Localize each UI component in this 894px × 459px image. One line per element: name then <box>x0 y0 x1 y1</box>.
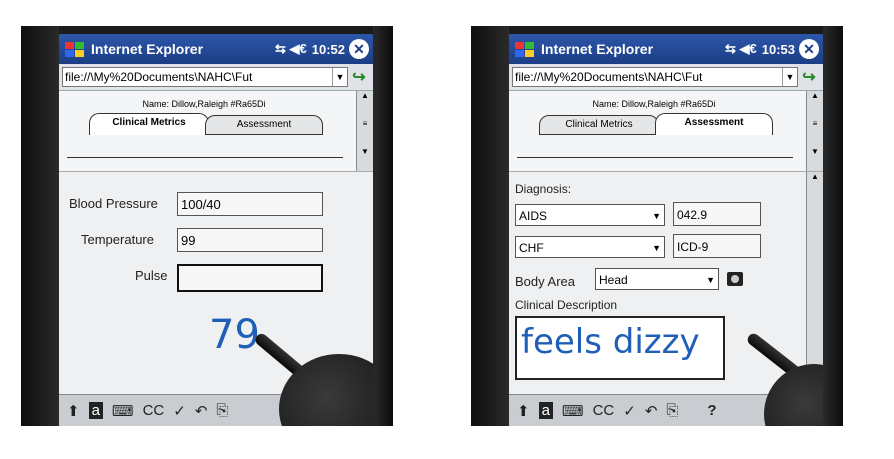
left-device-photo: Internet Explorer ⇆ ◀€ 10:52 ✕ file://\M… <box>21 26 393 426</box>
form-area: Blood Pressure 100/40 Temperature 99 Pul… <box>59 172 373 382</box>
tab-assessment[interactable]: Assessment <box>655 113 773 135</box>
clinical-description-label: Clinical Description <box>515 298 618 312</box>
body-area-label: Body Area <box>515 274 575 289</box>
symbols-icon[interactable]: CC <box>143 402 165 419</box>
scroll-down-icon[interactable]: ▼ <box>357 147 373 161</box>
check-icon[interactable]: ✓ <box>623 402 636 420</box>
pulse-label: Pulse <box>135 268 168 283</box>
connectivity-volume-icons[interactable]: ⇆ ◀€ <box>725 41 757 57</box>
go-arrow-icon[interactable]: ↪ <box>798 67 820 87</box>
scroll-up-icon[interactable]: ▲ <box>807 91 823 105</box>
copy-icon[interactable]: ⎘ <box>216 402 228 419</box>
right-device-photo: Internet Explorer ⇆ ◀€ 10:53 ✕ file://\M… <box>471 26 843 426</box>
pulse-field[interactable] <box>177 264 323 292</box>
address-text: file://\My%20Documents\NAHC\Fut <box>515 70 703 84</box>
keyboard-icon[interactable]: ⌨ <box>112 402 134 420</box>
device-bezel-right <box>823 26 843 426</box>
handwritten-ink: 79 <box>209 312 260 358</box>
address-bar: file://\My%20Documents\NAHC\Fut ▼ ↪ <box>509 64 823 91</box>
input-mode-icon[interactable]: a <box>538 402 553 419</box>
check-icon[interactable]: ✓ <box>173 402 186 420</box>
status-area: ⇆ ◀€ 10:53 <box>725 41 795 57</box>
tab-assessment[interactable]: Assessment <box>205 115 323 135</box>
help-icon[interactable]: ? <box>707 402 716 419</box>
up-arrow-icon[interactable]: ⬆ <box>67 402 80 420</box>
input-mode-icon[interactable]: a <box>88 402 103 419</box>
blood-pressure-field[interactable]: 100/40 <box>177 192 323 216</box>
scroll-up-icon[interactable]: ▲ <box>357 91 373 105</box>
handwritten-ink: feels dizzy <box>521 322 700 362</box>
address-input[interactable]: file://\My%20Documents\NAHC\Fut ▼ <box>62 67 348 87</box>
diagnosis-code-2[interactable]: ICD-9 <box>673 234 761 258</box>
scroll-grip-icon[interactable]: ≡ <box>807 119 823 133</box>
keyboard-icon[interactable]: ⌨ <box>562 402 584 420</box>
diagnosis-select-2[interactable]: CHF ▼ <box>515 236 665 258</box>
connectivity-volume-icons[interactable]: ⇆ ◀€ <box>275 41 307 57</box>
address-bar: file://\My%20Documents\NAHC\Fut ▼ ↪ <box>59 64 373 91</box>
chevron-down-icon[interactable]: ▼ <box>332 68 347 86</box>
scroll-down-icon[interactable]: ▼ <box>807 147 823 161</box>
up-arrow-icon[interactable]: ⬆ <box>517 402 530 420</box>
tab-clinical-metrics[interactable]: Clinical Metrics <box>539 115 659 135</box>
close-button[interactable]: ✕ <box>799 39 819 59</box>
temperature-field[interactable]: 99 <box>177 228 323 252</box>
title-bar: Internet Explorer ⇆ ◀€ 10:53 ✕ <box>509 34 823 64</box>
patient-header: Name: Dillow,Raleigh #Ra65Di Clinical Me… <box>509 91 823 172</box>
diagnosis-1-value: AIDS <box>519 209 548 223</box>
undo-icon[interactable]: ↶ <box>195 402 208 420</box>
temperature-label: Temperature <box>81 232 154 247</box>
clock: 10:53 <box>761 41 795 57</box>
left-screen: Internet Explorer ⇆ ◀€ 10:52 ✕ file://\M… <box>59 34 373 426</box>
chevron-down-icon[interactable]: ▼ <box>652 205 661 227</box>
header-scrollbar[interactable]: ▲ ≡ ▼ <box>806 91 823 171</box>
window-title: Internet Explorer <box>91 41 204 57</box>
undo-icon[interactable]: ↶ <box>645 402 658 420</box>
diagnosis-label: Diagnosis: <box>515 182 572 196</box>
body-area-select[interactable]: Head ▼ <box>595 268 719 290</box>
diagnosis-code-1[interactable]: 042.9 <box>673 202 761 226</box>
device-bezel-right <box>373 26 393 426</box>
clock: 10:52 <box>311 41 345 57</box>
patient-header: Name: Dillow,Raleigh #Ra65Di Clinical Me… <box>59 91 373 172</box>
patient-name: Name: Dillow,Raleigh #Ra65Di <box>142 99 266 109</box>
patient-name: Name: Dillow,Raleigh #Ra65Di <box>592 99 716 109</box>
status-area: ⇆ ◀€ 10:52 <box>275 41 345 57</box>
address-input[interactable]: file://\My%20Documents\NAHC\Fut ▼ <box>512 67 798 87</box>
window-title: Internet Explorer <box>541 41 654 57</box>
tab-divider <box>67 157 343 158</box>
chevron-down-icon[interactable]: ▼ <box>782 68 797 86</box>
symbols-icon[interactable]: CC <box>593 402 615 419</box>
scroll-up-icon[interactable]: ▲ <box>807 172 823 186</box>
blood-pressure-label: Blood Pressure <box>69 196 158 211</box>
tab-strip: Clinical Metrics Assessment <box>59 113 349 158</box>
go-arrow-icon[interactable]: ↪ <box>348 67 370 87</box>
title-bar: Internet Explorer ⇆ ◀€ 10:52 ✕ <box>59 34 373 64</box>
diagnosis-select-1[interactable]: AIDS ▼ <box>515 204 665 226</box>
windows-flag-icon[interactable] <box>63 40 85 58</box>
windows-flag-icon[interactable] <box>513 40 535 58</box>
scroll-grip-icon[interactable]: ≡ <box>357 119 373 133</box>
address-text: file://\My%20Documents\NAHC\Fut <box>65 70 253 84</box>
header-scrollbar[interactable]: ▲ ≡ ▼ <box>356 91 373 171</box>
tab-strip: Clinical Metrics Assessment <box>509 113 799 158</box>
close-button[interactable]: ✕ <box>349 39 369 59</box>
chevron-down-icon[interactable]: ▼ <box>652 237 661 259</box>
device-bezel-left <box>21 26 59 426</box>
content-scrollbar[interactable]: ▲ <box>806 172 823 382</box>
right-screen: Internet Explorer ⇆ ◀€ 10:53 ✕ file://\M… <box>509 34 823 426</box>
chevron-down-icon[interactable]: ▼ <box>706 269 715 291</box>
device-bezel-left <box>471 26 509 426</box>
camera-icon[interactable] <box>727 272 743 286</box>
copy-icon[interactable]: ⎘ <box>666 402 678 419</box>
body-area-value: Head <box>599 273 628 287</box>
tab-clinical-metrics[interactable]: Clinical Metrics <box>89 113 209 135</box>
diagnosis-2-value: CHF <box>519 241 544 255</box>
tab-divider <box>517 157 793 158</box>
